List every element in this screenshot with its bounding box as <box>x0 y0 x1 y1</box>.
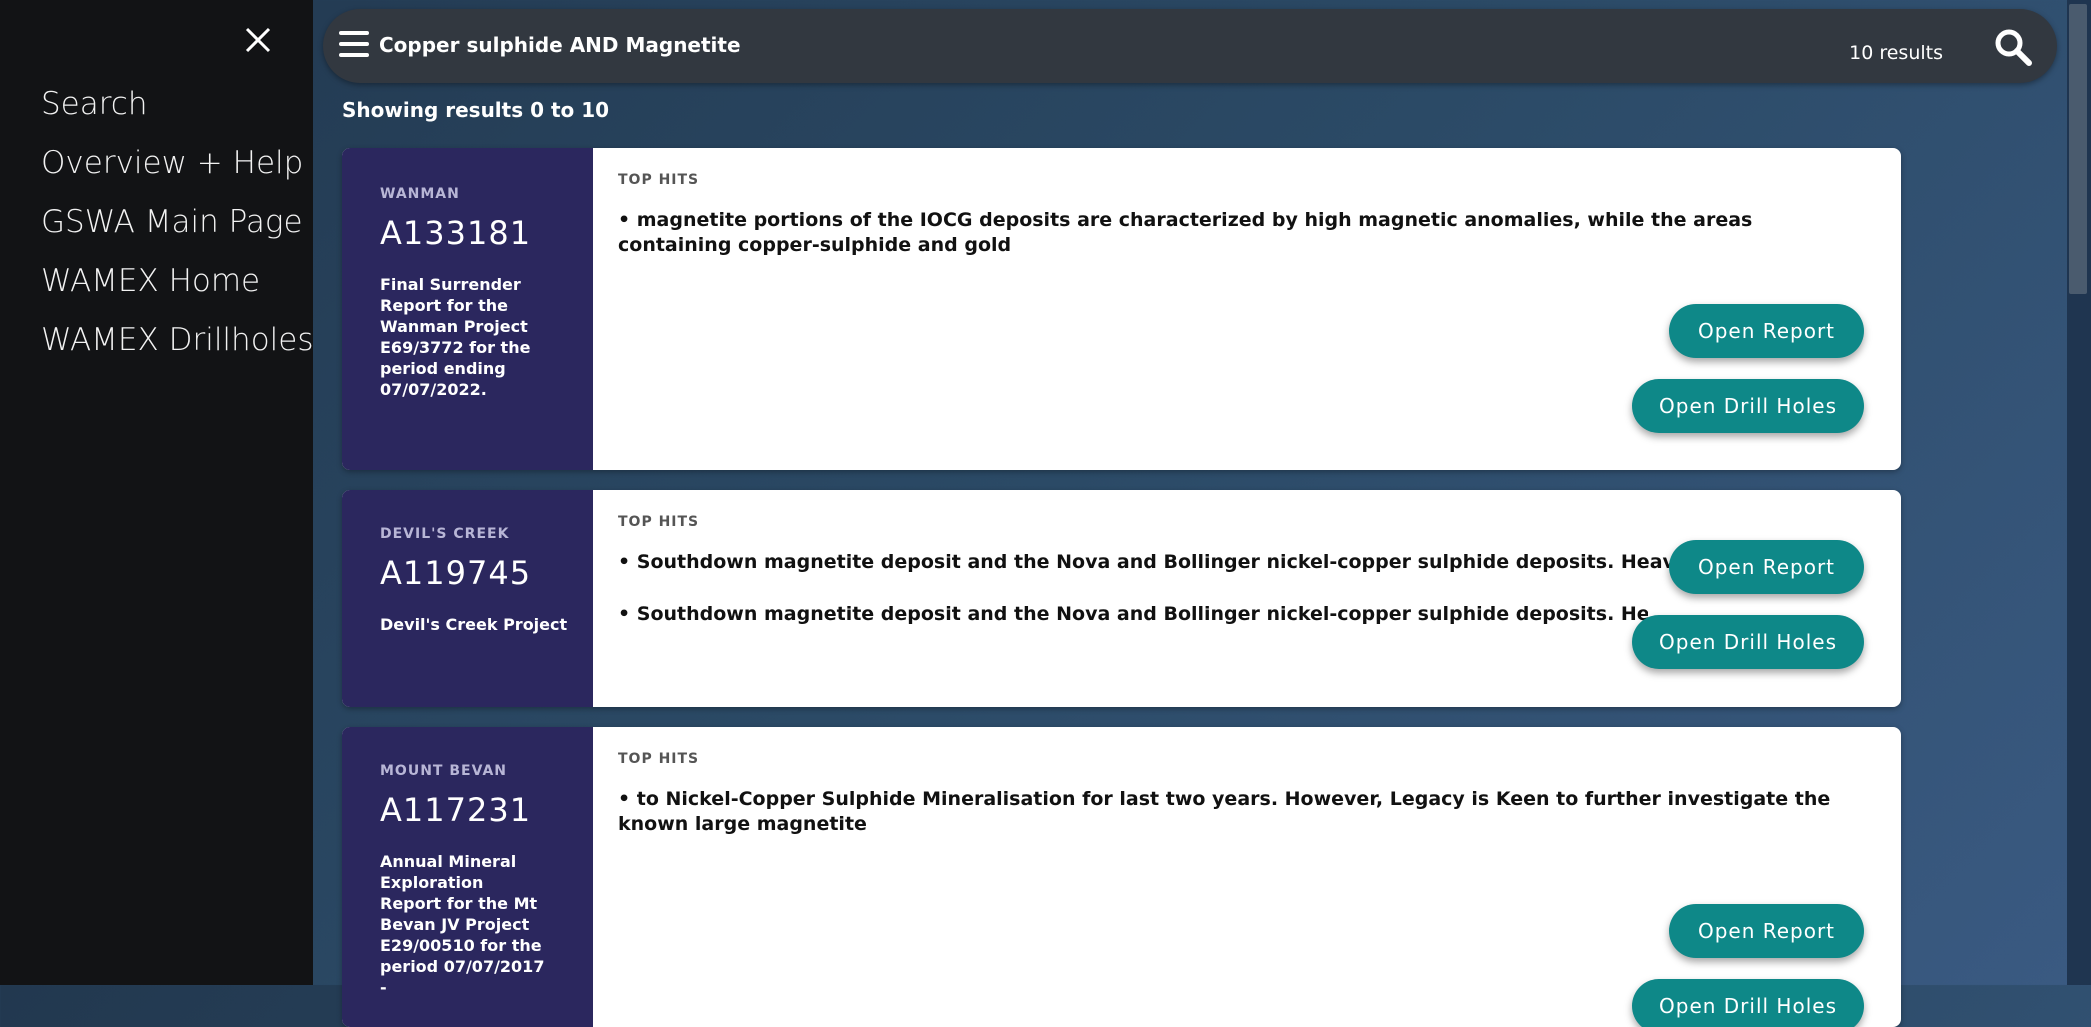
sidebar: Search Overview + Help GSWA Main Page WA… <box>0 0 314 985</box>
sidebar-item-overview-help[interactable]: Overview + Help <box>41 141 314 200</box>
hamburger-icon[interactable] <box>339 31 369 63</box>
hit-snippet: • to Nickel-Copper Sulphide Mineralisati… <box>618 788 1831 835</box>
result-summary: MOUNT BEVAN A117231 Annual Mineral Explo… <box>342 727 593 1027</box>
result-id: A119745 <box>380 554 532 592</box>
top-hits-label: TOP HITS <box>618 172 700 188</box>
scrollbar-thumb[interactable] <box>2069 4 2087 294</box>
open-report-button[interactable]: Open Report <box>1669 540 1864 594</box>
result-area: DEVIL'S CREEK <box>380 526 510 542</box>
sidebar-item-wamex-drillholes[interactable]: WAMEX Drillholes <box>41 318 314 377</box>
results-count: 10 results <box>1849 42 1943 64</box>
open-drill-holes-button[interactable]: Open Drill Holes <box>1632 379 1864 433</box>
open-report-button[interactable]: Open Report <box>1669 304 1864 358</box>
close-icon <box>245 27 271 53</box>
open-drill-holes-button[interactable]: Open Drill Holes <box>1632 615 1864 669</box>
result-card: MOUNT BEVAN A117231 Annual Mineral Explo… <box>342 727 1901 1027</box>
search-button[interactable] <box>1993 27 2033 67</box>
top-hits-label: TOP HITS <box>618 514 700 530</box>
result-card: DEVIL'S CREEK A119745 Devil's Creek Proj… <box>342 490 1901 707</box>
search-query[interactable]: Copper sulphide AND Magnetite <box>379 33 741 57</box>
result-description: Devil's Creek Project <box>380 615 568 634</box>
result-id: A133181 <box>380 214 532 252</box>
search-bar: Copper sulphide AND Magnetite 10 results <box>323 9 2057 83</box>
top-hits-label: TOP HITS <box>618 751 700 767</box>
open-drill-holes-button[interactable]: Open Drill Holes <box>1632 979 1864 1027</box>
result-card: WANMAN A133181 Final Surrender Report fo… <box>342 148 1901 470</box>
sidebar-item-wamex-home[interactable]: WAMEX Home <box>41 259 314 318</box>
open-report-button[interactable]: Open Report <box>1669 904 1864 958</box>
hit-snippet: • magnetite portions of the IOCG deposit… <box>618 209 1753 256</box>
result-summary: DEVIL'S CREEK A119745 Devil's Creek Proj… <box>342 490 593 707</box>
result-description: Final Surrender Report for the Wanman Pr… <box>380 275 531 399</box>
sidebar-item-search[interactable]: Search <box>41 82 314 141</box>
result-hits: TOP HITS • Southdown magnetite deposit a… <box>593 490 1901 707</box>
result-area: MOUNT BEVAN <box>380 763 508 779</box>
result-summary: WANMAN A133181 Final Surrender Report fo… <box>342 148 593 470</box>
sidebar-item-gswa-main-page[interactable]: GSWA Main Page <box>41 200 314 259</box>
result-id: A117231 <box>380 791 532 829</box>
close-sidebar-button[interactable] <box>240 22 276 58</box>
sidebar-nav: Search Overview + Help GSWA Main Page WA… <box>41 82 314 377</box>
showing-results-text: Showing results 0 to 10 <box>342 98 610 122</box>
result-area: WANMAN <box>380 186 460 202</box>
hit-snippet: • Southdown magnetite deposit and the No… <box>618 603 1648 625</box>
result-description: Annual Mineral Exploration Report for th… <box>380 852 545 997</box>
hit-snippet: • Southdown magnetite deposit and the No… <box>618 551 1678 573</box>
search-icon <box>1995 29 2032 66</box>
